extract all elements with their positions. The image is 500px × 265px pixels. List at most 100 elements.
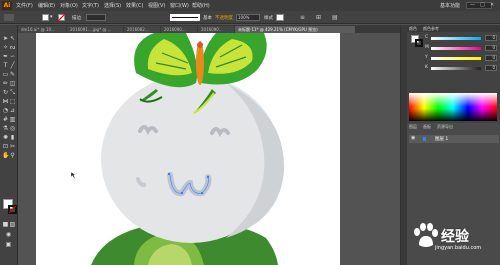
right-eye[interactable] [210,127,230,137]
stroke-swatch[interactable] [58,14,65,21]
color-spectrum[interactable] [409,93,497,121]
illustrator-window: Ai 文件(F) 编辑(E) 对象(O) 文字(T) 选择(S) 效果(C) 视… [0,0,500,265]
watermark-text: 经验 [441,229,469,245]
paintbrush-tool-icon[interactable]: ✎ [9,71,16,78]
layer-name: 图层 1 [435,137,449,142]
gradient-tool-icon[interactable]: ▥ [9,116,16,123]
butterfly-head[interactable] [197,42,203,48]
slider-magenta[interactable]: M 0 [409,45,500,51]
lasso-tool-icon[interactable]: ᔓ [9,44,16,51]
magic-wand-tool-icon[interactable]: ✧ [2,44,9,51]
document-tabs: dm16.ai* @ 10... 2016091....jpg* @ ... 2… [18,25,400,33]
menu-view[interactable]: 视图(V) [148,2,165,9]
tab-document-5[interactable]: 2016090... [198,26,234,33]
tab-document-3[interactable]: 2016082... [124,26,160,33]
type-tool-icon[interactable]: T [2,62,9,69]
style-swatch[interactable] [276,14,284,21]
mesh-tool-icon[interactable]: # [2,116,9,123]
hand-tool-icon[interactable]: ✋ [2,152,9,159]
pencil-tool-icon[interactable]: ✏ [2,80,9,87]
tab-artboards[interactable]: 画板 [423,124,431,130]
menu-select[interactable]: 选择(S) [104,2,121,9]
eye-icon[interactable]: ◉ [411,135,415,141]
direct-selection-tool-icon[interactable]: ↖ [9,35,16,42]
eyedropper-tool-icon[interactable]: ⚗ [2,125,9,132]
pen-tool-icon[interactable]: ✒ [2,53,9,60]
maximize-icon[interactable]: □ [480,2,485,8]
workspace-switcher[interactable]: 基本功能 [440,2,460,9]
draw-mode-icon[interactable]: ◉ [5,231,12,238]
width-tool-icon[interactable]: ⋈ [2,98,9,105]
free-transform-tool-icon[interactable]: ⬚ [9,98,16,105]
yellow-track[interactable] [431,57,481,60]
tab-asset-export[interactable]: 资源导出 [437,124,453,130]
magenta-track[interactable] [431,47,481,50]
menu-window[interactable]: 窗口(W) [170,2,189,9]
arrange-icon[interactable]: ▤ [332,14,340,21]
slider-yellow[interactable]: Y 0 [409,55,500,61]
tab-color-guide[interactable]: 颜色参考 [423,26,439,32]
scale-tool-icon[interactable]: ⤡ [9,89,16,96]
align-icon[interactable]: ≡ [300,14,308,21]
tab-document-4[interactable]: 2016090... [161,26,197,33]
menu-file[interactable]: 文件(F) [16,2,33,9]
rotate-tool-icon[interactable]: ↻ [2,89,9,96]
black-track[interactable] [431,67,481,70]
layer-color-indicator [423,137,426,141]
menu-object[interactable]: 对象(O) [60,2,78,9]
watermark-url: jingyan.baidu.com [435,245,482,251]
style-label: 样式 [264,16,273,21]
anchor-point[interactable] [168,173,170,175]
column-graph-tool-icon[interactable]: ▮ [9,134,16,141]
tab-document-2[interactable]: 2016091....jpg* @ ... [67,26,123,33]
slider-black[interactable]: K 0 [409,65,500,71]
menu-help[interactable]: 帮助(H) [192,2,210,9]
color-panel-tabs: 颜色 颜色参考 [407,25,500,32]
none-color-indicator [9,206,16,213]
opacity-field[interactable]: 100% [236,14,260,21]
menu-edit[interactable]: 编辑(E) [38,2,55,9]
curvature-tool-icon[interactable]: ∽ [9,53,16,60]
menu-bar: Ai 文件(F) 编辑(E) 对象(O) 文字(T) 选择(S) 效果(C) 视… [0,0,500,11]
shape-builder-tool-icon[interactable]: ◔ [2,107,9,114]
tab-document-active[interactable]: 未标题-11* @ 429.21% (CMYK/GPU 预览) [235,26,355,33]
tab-layers[interactable]: 图层 [409,124,417,130]
artboard-tool-icon[interactable]: ⊡ [2,143,9,150]
anchor-point[interactable] [207,176,209,178]
fill-swatch[interactable] [42,14,49,21]
zoom-tool-icon[interactable]: ⚲ [9,152,16,159]
rectangle-tool-icon[interactable]: ▭ [2,71,9,78]
screen-mode-icon[interactable]: ▣ [5,241,12,248]
symbol-sprayer-tool-icon[interactable]: ✺ [2,134,9,141]
perspective-grid-tool-icon[interactable]: ⊿ [9,107,16,114]
tab-document-1[interactable]: dm16.ai* @ 10... [18,26,66,33]
tools-panel: ➤ ↖ ✧ ᔓ ✒ ∽ T ╱ ▭ ✎ ✏ ◫ ↻ ⤡ ⋈ ⬚ ◔ ⊿ # ▥ … [0,25,18,265]
minimize-icon[interactable]: — [470,2,475,8]
layer-row[interactable]: ◉ 图层 1 [409,135,499,143]
cyan-track[interactable] [431,37,481,40]
eraser-tool-icon[interactable]: ◫ [9,80,16,87]
anchor-point[interactable] [181,192,183,194]
blend-tool-icon[interactable]: ◎ [9,125,16,132]
line-tool-icon[interactable]: ╱ [9,62,16,69]
brush-stroke-preview[interactable] [170,14,200,21]
selection-indicator [4,14,14,21]
slice-tool-icon[interactable]: ✂ [9,143,16,150]
close-icon[interactable]: ✕ [490,2,494,8]
menu-type[interactable]: 文字(T) [82,2,99,9]
transform-icon[interactable]: ⊞ [316,14,324,21]
color-mode-icon[interactable]: ■ [2,221,9,228]
anchor-point[interactable] [201,192,203,194]
artboard[interactable] [36,33,340,265]
chevron-down-icon[interactable]: ▾ [50,14,55,21]
canvas-area[interactable] [18,33,400,265]
menu-effect[interactable]: 效果(C) [126,2,143,9]
slider-cyan[interactable]: C 0 [409,35,500,41]
selection-tool-icon[interactable]: ➤ [2,35,9,42]
opacity-label[interactable]: 不透明度 [215,15,233,22]
left-eye[interactable] [138,125,158,135]
app-logo: Ai [2,1,12,10]
tab-color[interactable]: 颜色 [409,26,417,32]
stroke-weight-field[interactable] [86,14,106,21]
gradient-mode-icon[interactable]: ▧ [9,221,16,228]
